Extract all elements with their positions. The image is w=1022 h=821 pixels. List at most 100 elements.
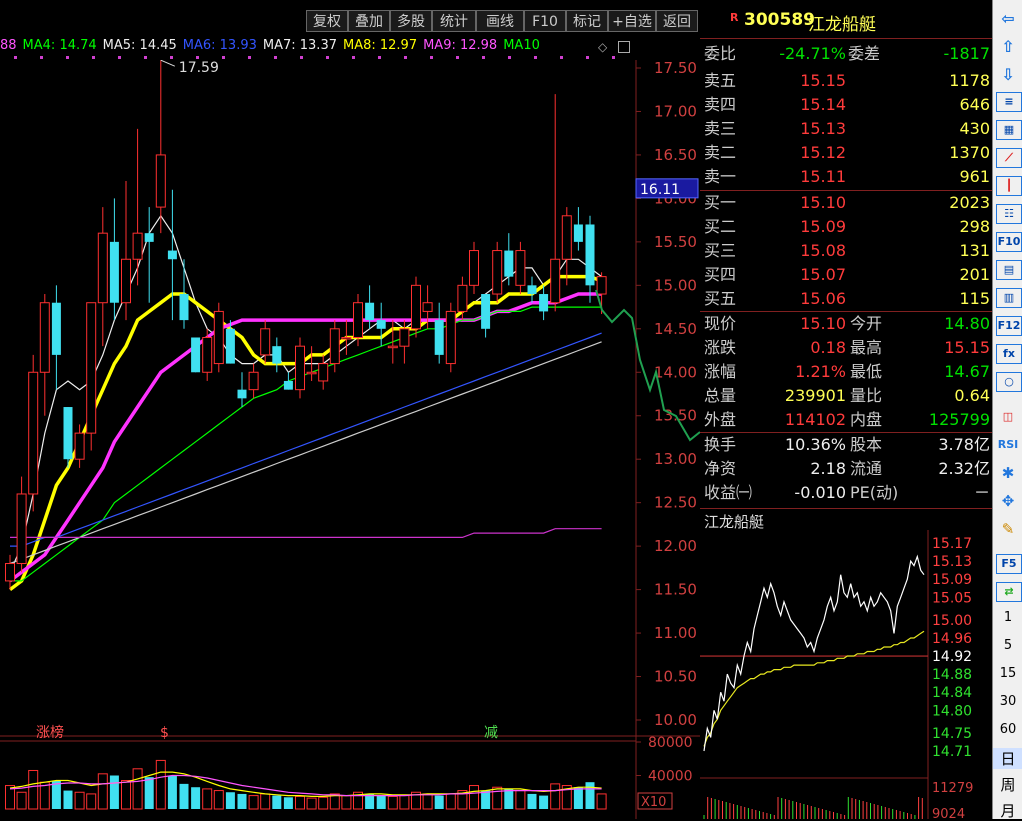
candle-body[interactable] [109, 241, 119, 303]
rsi-icon[interactable]: RSI [996, 434, 1020, 456]
back-button[interactable]: 返回 [656, 10, 698, 32]
candle-body[interactable] [457, 284, 468, 312]
chart-marker[interactable]: 涨榜 [36, 724, 64, 741]
financial-row[interactable]: 换手 10.36% 股本 3.78亿 [700, 433, 992, 457]
chart-marker[interactable]: 减 [484, 725, 498, 741]
candle-body[interactable] [144, 233, 154, 242]
candle-body[interactable] [202, 336, 213, 373]
quote-stat-row[interactable]: 涨幅 1.21% 最低 14.67 [700, 360, 992, 384]
sell-level-row[interactable]: 卖四 15.14 646 [700, 93, 992, 117]
arrow-up-icon[interactable]: ⇧ [996, 36, 1020, 58]
candle-icon[interactable]: ┃ [996, 176, 1022, 196]
move-icon[interactable]: ✥ [996, 490, 1020, 512]
buy-level-row[interactable]: 买四 15.07 201 [700, 263, 992, 287]
candle-body[interactable] [399, 328, 410, 347]
period-month[interactable]: 月 [993, 800, 1022, 821]
refresh-icon[interactable]: ✱ [996, 462, 1020, 484]
candle-body[interactable] [283, 380, 293, 390]
candle-body[interactable] [167, 250, 177, 260]
f10-button[interactable]: F10 [524, 10, 566, 32]
f12-icon[interactable]: F12 [996, 316, 1022, 336]
list-icon[interactable]: ≡ [996, 92, 1022, 112]
candle-body[interactable] [329, 328, 340, 365]
arrow-down-icon[interactable]: ⇩ [996, 64, 1020, 86]
line-chart-icon[interactable]: ⟋ [996, 148, 1022, 168]
candle-body[interactable] [492, 250, 503, 295]
quote-stat-row[interactable]: 现价 15.10 今开 14.80 [700, 312, 992, 336]
quote-stat-row[interactable]: 总量 239901 量比 0.64 [700, 384, 992, 408]
financial-row[interactable]: 净资 2.18 流通 2.32亿 [700, 457, 992, 481]
f10-icon[interactable]: F10 [996, 232, 1022, 252]
candle-body[interactable] [365, 302, 375, 321]
sell-level-row[interactable]: 卖三 15.13 430 [700, 117, 992, 141]
candle-body[interactable] [481, 294, 491, 329]
window-icon[interactable] [618, 41, 630, 53]
function-icon[interactable]: fx [996, 344, 1022, 364]
quote-stat-row[interactable]: 外盘 114102 内盘 125799 [700, 408, 992, 432]
candle-body[interactable] [272, 346, 282, 364]
candle-body[interactable] [469, 250, 479, 286]
candle-body[interactable] [5, 563, 15, 582]
draw-line-button[interactable]: 画线 [476, 10, 524, 32]
mark-button[interactable]: 标记 [566, 10, 608, 32]
add-watchlist-button[interactable]: +自选 [608, 10, 656, 32]
candle-body[interactable] [16, 493, 27, 565]
candle-body[interactable] [550, 258, 561, 304]
candle-body[interactable] [179, 294, 189, 321]
candle-body[interactable] [74, 432, 85, 460]
candle-body[interactable] [191, 337, 201, 373]
report-icon[interactable]: ▥ [996, 288, 1022, 308]
quote-stat-row[interactable]: 涨跌 0.18 最高 15.15 [700, 336, 992, 360]
sell-level-row[interactable]: 卖五 15.15 1178 [700, 69, 992, 93]
candle-body[interactable] [295, 345, 305, 391]
candle-body[interactable] [504, 250, 514, 277]
candle-body[interactable] [341, 336, 352, 340]
circle-icon[interactable]: ○ [996, 372, 1022, 392]
candle-body[interactable] [411, 284, 421, 330]
candle-body[interactable] [306, 371, 317, 375]
candle-body[interactable] [515, 250, 526, 286]
financial-row[interactable]: 收益㈠ -0.010 PE(动) － [700, 481, 992, 505]
candle-body[interactable] [585, 224, 595, 286]
order-ratio-row[interactable]: 委比 -24.71% 委差 -1817 [700, 42, 992, 66]
buy-level-row[interactable]: 买三 15.08 131 [700, 239, 992, 263]
chart-marker[interactable]: $ [160, 725, 169, 741]
candle-body[interactable] [248, 371, 259, 391]
candle-body[interactable] [260, 328, 271, 356]
pencil-icon[interactable]: ✎ [996, 518, 1020, 540]
candle-body[interactable] [422, 302, 433, 312]
candle-body[interactable] [121, 258, 131, 304]
period-15min[interactable]: 15 [993, 666, 1022, 681]
buy-level-row[interactable]: 买五 15.06 115 [700, 287, 992, 311]
candle-body[interactable] [353, 302, 363, 338]
candle-body[interactable] [51, 302, 61, 355]
buy-level-row[interactable]: 买二 15.09 298 [700, 215, 992, 239]
candle-body[interactable] [527, 285, 537, 295]
sell-level-row[interactable]: 卖二 15.12 1370 [700, 141, 992, 165]
candle-body[interactable] [63, 407, 73, 460]
candle-body[interactable] [237, 389, 247, 399]
intraday-chart[interactable]: 15.17 15.13 15.09 15.05 15.00 14.96 14.92 14.88… [700, 530, 992, 819]
candle-body[interactable] [97, 232, 108, 304]
period-30min[interactable]: 30 [993, 694, 1022, 709]
candle-body[interactable] [561, 215, 572, 260]
candle-body[interactable] [539, 294, 549, 312]
arrow-left-icon[interactable]: ⇦ [996, 8, 1020, 30]
period-1min[interactable]: 1 [993, 610, 1022, 625]
f5-icon[interactable]: F5 [996, 554, 1022, 574]
overlay-button[interactable]: 叠加 [348, 10, 390, 32]
candle-body[interactable] [376, 320, 386, 329]
buy-level-row[interactable]: 买一 15.10 2023 [700, 191, 992, 215]
document-icon[interactable]: ▤ [996, 260, 1022, 280]
diamond-icon[interactable]: ◇ [598, 40, 607, 54]
statistics-button[interactable]: 统计 [432, 10, 476, 32]
candle-body[interactable] [132, 232, 143, 260]
candle-body[interactable] [28, 371, 39, 495]
chart-tools-icon[interactable]: ◫ [996, 406, 1020, 428]
candle-body[interactable] [318, 363, 329, 382]
switch-icon[interactable]: ⇄ [996, 582, 1022, 602]
candle-body[interactable] [39, 302, 50, 373]
candle-body[interactable] [155, 154, 166, 208]
restore-rights-button[interactable]: 复权 [306, 10, 348, 32]
multi-stock-button[interactable]: 多股 [390, 10, 432, 32]
